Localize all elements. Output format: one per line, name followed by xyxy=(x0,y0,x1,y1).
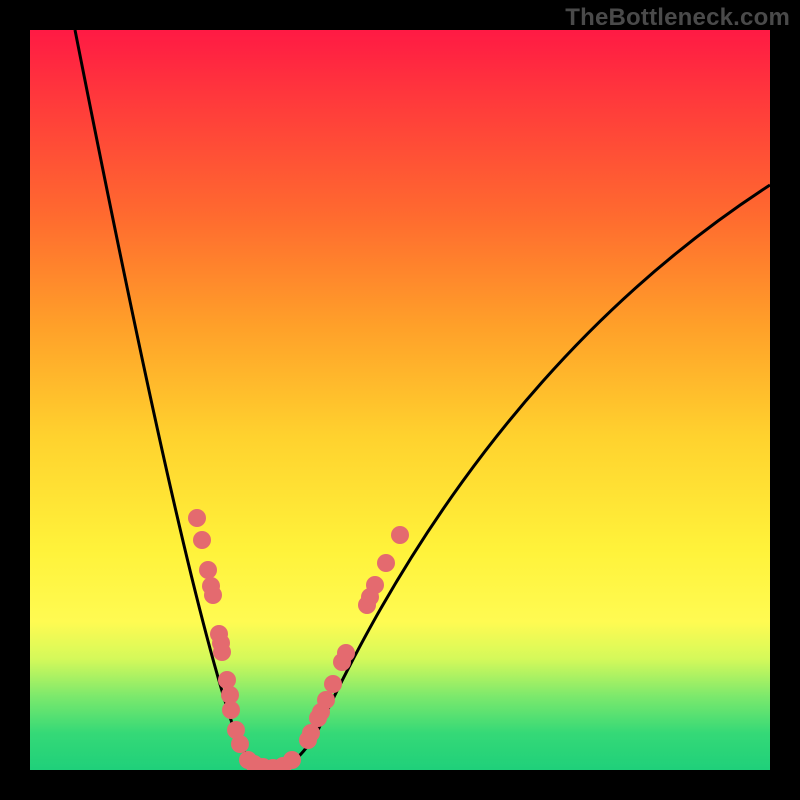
marker-dot xyxy=(199,561,217,579)
outer-frame: TheBottleneck.com xyxy=(0,0,800,800)
marker-dot xyxy=(188,509,206,527)
marker-dot xyxy=(391,526,409,544)
marker-group xyxy=(188,509,409,770)
marker-dot xyxy=(317,691,335,709)
watermark-text: TheBottleneck.com xyxy=(565,4,790,32)
plot-area xyxy=(30,30,770,770)
marker-dot xyxy=(213,643,231,661)
marker-dot xyxy=(218,671,236,689)
marker-dot xyxy=(193,531,211,549)
marker-dot xyxy=(231,735,249,753)
marker-dot xyxy=(283,751,301,769)
marker-dot xyxy=(222,701,240,719)
marker-dot xyxy=(204,586,222,604)
bottleneck-curve xyxy=(75,30,770,768)
marker-dot xyxy=(366,576,384,594)
chart-svg xyxy=(30,30,770,770)
marker-dot xyxy=(324,675,342,693)
marker-dot xyxy=(337,644,355,662)
marker-dot xyxy=(377,554,395,572)
